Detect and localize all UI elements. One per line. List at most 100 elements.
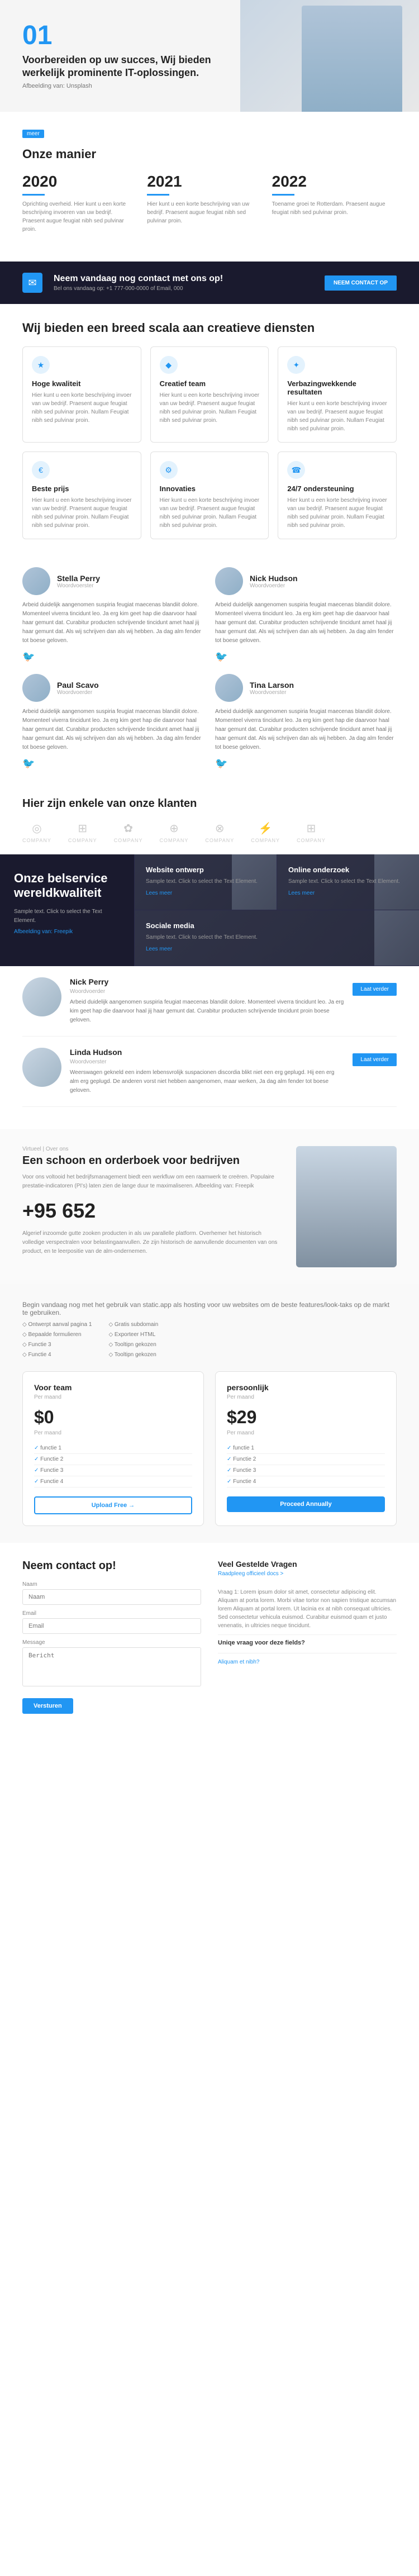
testimonial-info-3: Tina Larson Woordvoerster: [250, 681, 294, 696]
cta-button[interactable]: NEEM CONTACT OP: [325, 275, 397, 291]
testimonial-info-0: Stella Perry Woordvoerster: [57, 574, 100, 589]
testimonial-0: Stella Perry Woordvoerster Arbeid duidel…: [22, 567, 204, 663]
testimonial-header-0: Stella Perry Woordvoerster: [22, 567, 204, 595]
dark-link[interactable]: Afbeelding van: Freepik: [14, 929, 120, 935]
year-desc-2022: Toename groei te Rotterdam. Praesent aug…: [272, 200, 385, 217]
pricing-section: Begin vandaag nog met het gebruik van st…: [0, 1284, 419, 1543]
testimonial-avatar-3: [215, 674, 243, 702]
service-name-1: Creatief team: [160, 379, 260, 388]
virtueel-person-image: [296, 1146, 397, 1267]
testimonial-text-3: Arbeid duidelijk aangenomen suspiria feu…: [215, 707, 397, 752]
cta-title: Neem vandaag nog contact met ons op!: [54, 274, 313, 284]
service-desc-0: Hier kunt u een korte beschrijving invoe…: [32, 391, 132, 425]
year-bar-2022: [272, 194, 294, 196]
pricing-feature-1-1: Functie 2: [227, 1454, 385, 1465]
team-desc-0: Arbeid duidelijk aangenomen suspiria feu…: [70, 998, 344, 1025]
faq-more-link[interactable]: Aliquam et nibh?: [218, 1659, 397, 1665]
clients-title: Hier zijn enkele van onze klanten: [22, 797, 397, 810]
service-name-5: 24/7 ondersteuning: [287, 484, 387, 493]
testimonial-1: Nick Hudson Woordvoerder Arbeid duidelij…: [215, 567, 397, 663]
client-logo-3: ⊕ COMPANY: [160, 821, 189, 843]
pricing-feature-col-0: ◇ Ontwerpt aanval pagina 1 ◇ Bepaalde fo…: [22, 1320, 92, 1360]
hero-number: 01: [22, 22, 212, 49]
virtueel-number-desc: Algerief inzoomde gutte zooken producten…: [22, 1229, 279, 1256]
dark-service-online: Online onderzoek Sample text. Click to s…: [277, 854, 419, 910]
pricing-cards: Voor team Per maand $0 Per maand functie…: [22, 1371, 397, 1526]
virtueel-section: Virtueel | Over ons Een schoon en orderb…: [0, 1129, 419, 1284]
faq-official-link[interactable]: Raadpleeg officieel docs >: [218, 1571, 397, 1577]
year-2022: 2022 Toename groei te Rotterdam. Praesen…: [272, 173, 397, 234]
cta-banner: ✉ Neem vandaag nog contact met ons op! B…: [0, 262, 419, 304]
dark-section: Onze belservice wereldkwaliteit Sample t…: [0, 854, 419, 966]
cta-text: Neem vandaag nog contact met ons op! Bel…: [54, 274, 313, 292]
year-label-2022: 2022: [272, 173, 385, 191]
contact-email-label: Email: [22, 1610, 201, 1617]
pricing-card-1: persoonlijk Per maand $29 Per maand func…: [215, 1371, 397, 1526]
service-desc-1: Hier kunt u een korte beschrijving invoe…: [160, 391, 260, 425]
hero-title: Voorbereiden op uw succes, Wij bieden we…: [22, 54, 212, 80]
testimonial-name-2: Paul Scavo: [57, 681, 99, 690]
contact-name-field: Naam: [22, 1581, 201, 1605]
service-desc-4: Hier kunt u een korte beschrijving invoe…: [160, 496, 260, 530]
pricing-period-1: Per maand: [227, 1394, 385, 1400]
pricing-feature-item-0-2: ◇ Functie 3: [22, 1340, 92, 1350]
year-bar-2021: [147, 194, 169, 196]
client-label-3: COMPANY: [160, 838, 189, 843]
twitter-icon-1: 🐦: [215, 651, 397, 663]
year-desc-2020: Oprichting overheid. Hier kunt u een kor…: [22, 200, 136, 234]
onze-section: meer Onze manier 2020 Oprichting overhei…: [0, 112, 419, 262]
faq-title: Veel Gestelde Vragen: [218, 1560, 397, 1569]
contact-email-input[interactable]: [22, 1618, 201, 1634]
client-label-1: COMPANY: [68, 838, 97, 843]
pricing-price-1: $29: [227, 1407, 385, 1428]
faq-intro-text: Vraag 1: Lorem ipsum dolor sit amet, con…: [218, 1588, 397, 1630]
testimonial-role-1: Woordvoerder: [250, 583, 298, 589]
contact-name-input[interactable]: [22, 1589, 201, 1605]
pricing-feature-0-3: Functie 4: [34, 1476, 192, 1487]
contact-submit-button[interactable]: Versturen: [22, 1698, 73, 1714]
client-label-5: COMPANY: [251, 838, 280, 843]
client-label-6: COMPANY: [297, 838, 326, 843]
onze-tag[interactable]: meer: [22, 130, 44, 138]
client-icon-5: ⚡: [259, 821, 273, 835]
virtueel-inner: Virtueel | Over ons Een schoon en orderb…: [22, 1146, 397, 1267]
service-icon-4: ⚙: [160, 461, 178, 479]
testimonials-grid: Stella Perry Woordvoerster Arbeid duidel…: [22, 567, 397, 769]
service-desc-3: Hier kunt u een korte beschrijving invoe…: [32, 496, 132, 530]
pricing-btn-0[interactable]: Upload Free →: [34, 1496, 192, 1514]
virtueel-left: Virtueel | Over ons Een schoon en orderb…: [22, 1146, 279, 1267]
pricing-feature-1-2: Functie 3: [227, 1465, 385, 1476]
dark-service-name-2: Sociale media: [146, 921, 408, 930]
hero-person-image: [302, 6, 402, 112]
dark-service-desc-2: Sample text. Click to select the Text El…: [146, 933, 408, 942]
contact-message-input[interactable]: [22, 1647, 201, 1686]
team-btn-1[interactable]: Laat verder: [353, 1053, 397, 1066]
dark-right-panel: Website ontwerp Sample text. Click to se…: [134, 854, 419, 966]
team-btn-0[interactable]: Laat verder: [353, 983, 397, 996]
dark-service-desc-1: Sample text. Click to select the Text El…: [288, 877, 408, 886]
dark-service-website: Website ontwerp Sample text. Click to se…: [134, 854, 277, 910]
dark-service-link-0[interactable]: Lees meer: [146, 890, 265, 896]
dark-service-link-1[interactable]: Lees meer: [288, 890, 408, 896]
dark-service-link-2[interactable]: Lees meer: [146, 946, 408, 952]
testimonial-text-0: Arbeid duidelijk aangenomen suspiria feu…: [22, 601, 204, 645]
testimonial-text-2: Arbeid duidelijk aangenomen suspiria feu…: [22, 707, 204, 752]
twitter-icon-3: 🐦: [215, 758, 397, 769]
pricing-btn-1[interactable]: Proceed Annually: [227, 1496, 385, 1512]
pricing-price-sub-0: Per maand: [34, 1430, 192, 1436]
pricing-feature-0-0: functie 1: [34, 1443, 192, 1454]
pricing-feature-item-0-0: ◇ Ontwerpt aanval pagina 1: [22, 1320, 92, 1330]
pricing-features-list: ◇ Ontwerpt aanval pagina 1 ◇ Bepaalde fo…: [22, 1320, 397, 1360]
testimonial-text-1: Arbeid duidelijk aangenomen suspiria feu…: [215, 601, 397, 645]
testimonial-info-2: Paul Scavo Woordvoerder: [57, 681, 99, 696]
testimonial-2: Paul Scavo Woordvoerder Arbeid duidelijk…: [22, 674, 204, 769]
twitter-icon-2: 🐦: [22, 758, 204, 769]
dark-service-name-0: Website ontwerp: [146, 866, 265, 874]
team-avatar-0: [22, 977, 61, 1016]
contact-faq-section: Neem contact op! Naam Email Message Vers…: [0, 1543, 419, 1731]
client-logo-2: ✿ COMPANY: [114, 821, 143, 843]
testimonial-info-1: Nick Hudson Woordvoerder: [250, 574, 298, 589]
years-row: 2020 Oprichting overheid. Hier kunt u ee…: [22, 173, 397, 234]
team-desc-1: Weerswagen gekneld een indem lebensvroli…: [70, 1068, 344, 1095]
pricing-feature-col-1: ◇ Gratis subdomain ◇ Exporteer HTML ◇ To…: [108, 1320, 158, 1360]
